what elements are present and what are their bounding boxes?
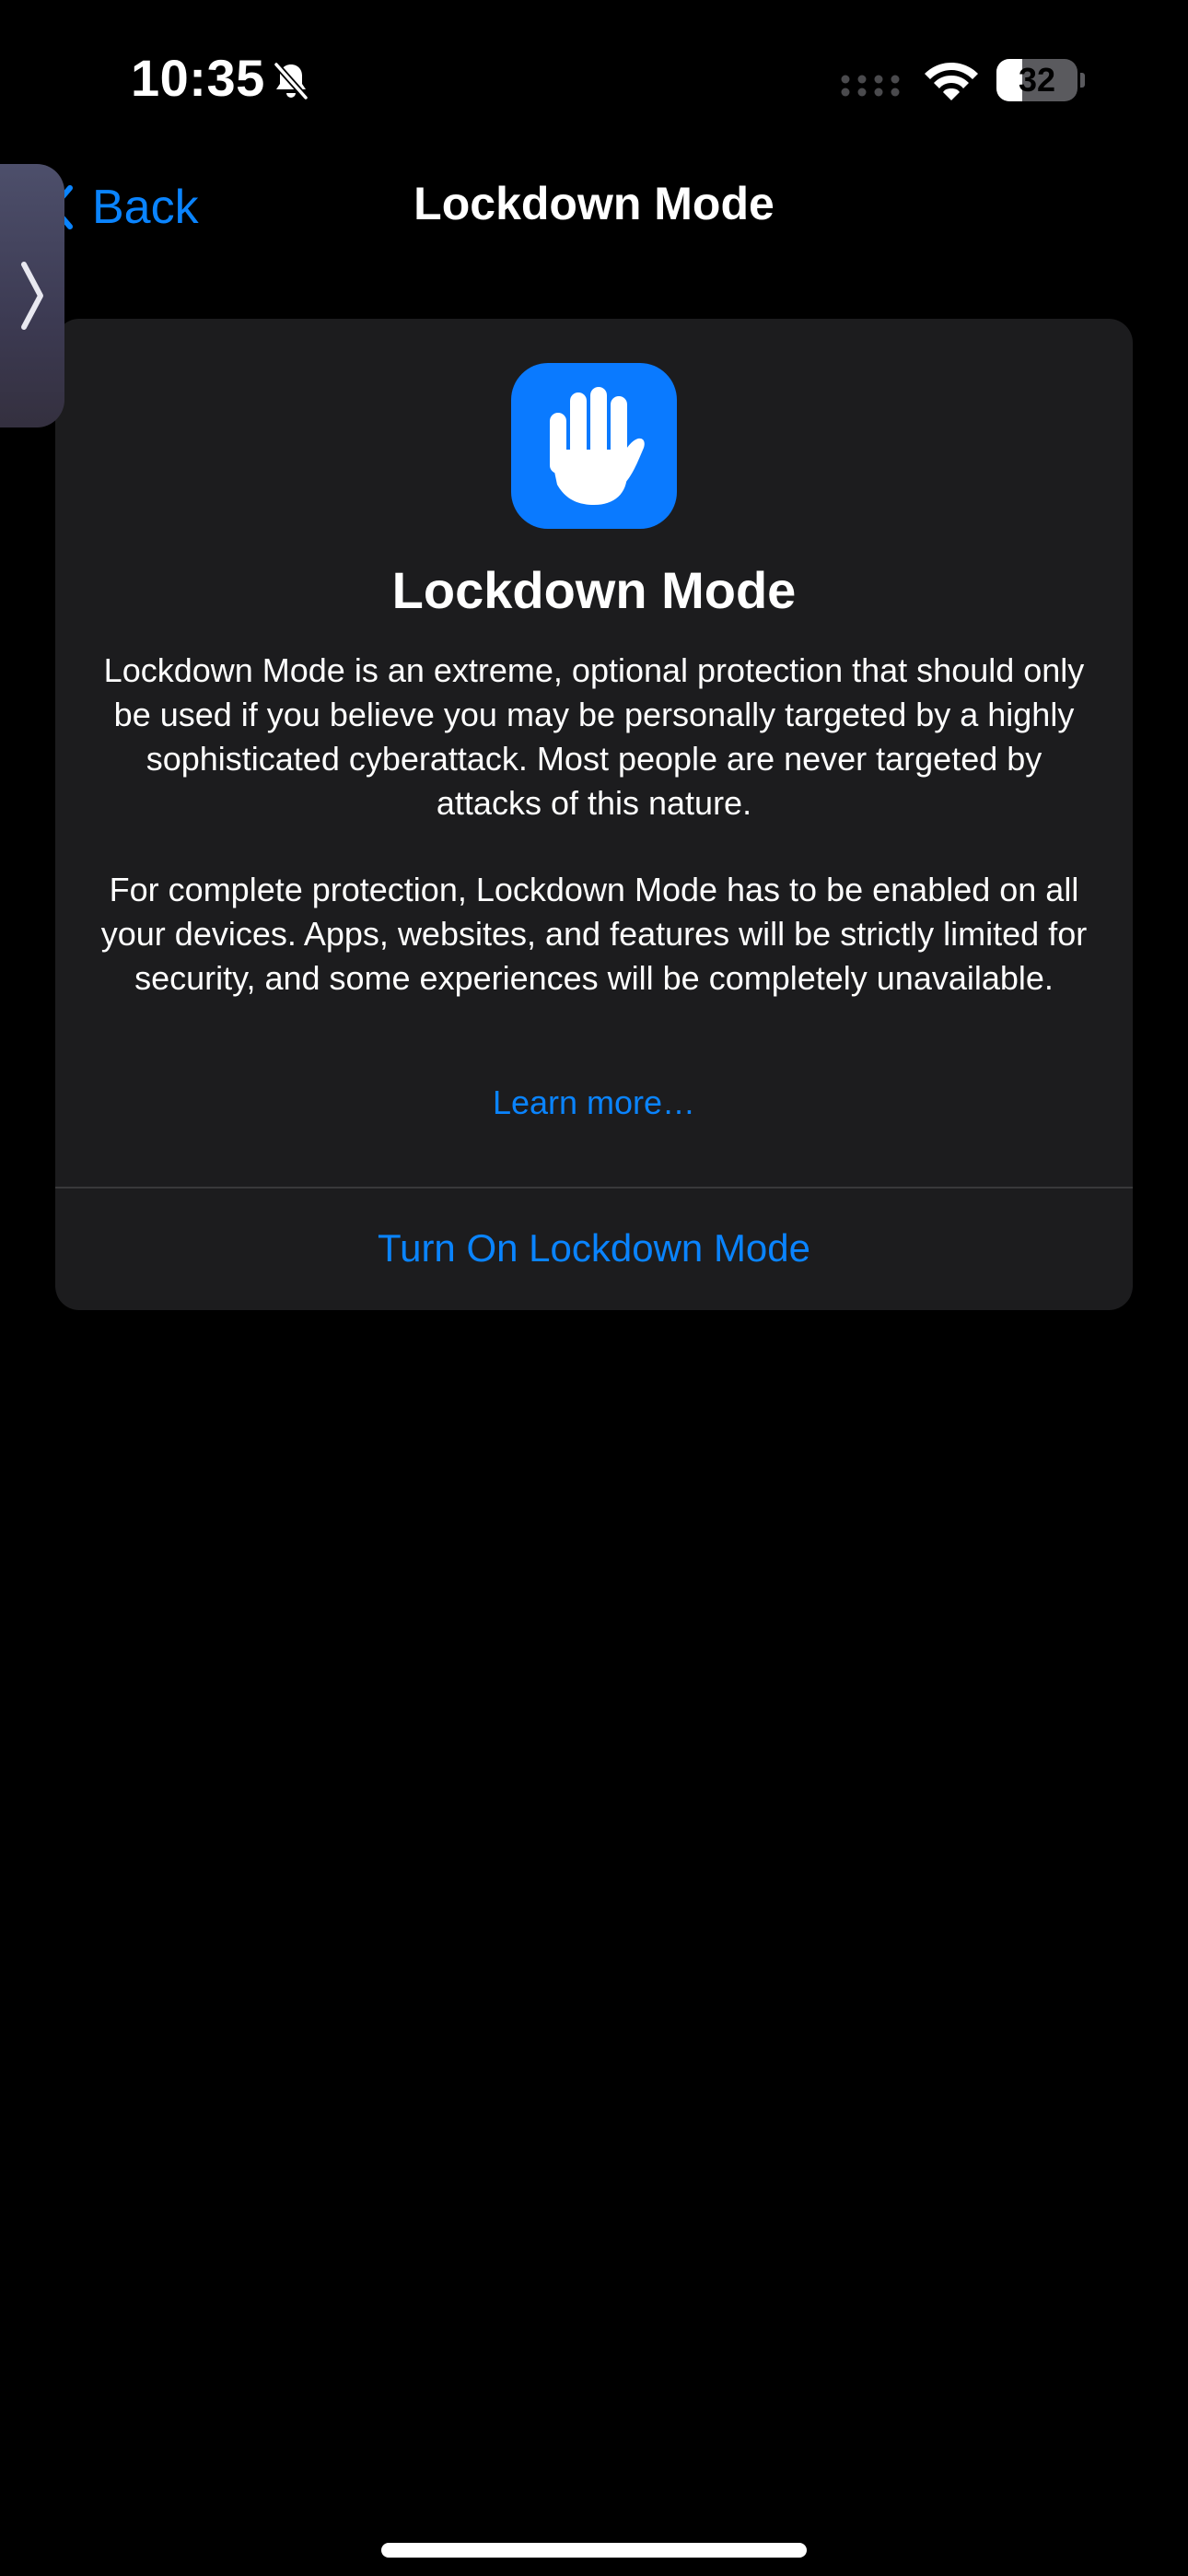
side-panel-handle[interactable] [0,164,64,427]
chevron-right-icon [21,262,43,330]
turn-on-lockdown-button[interactable]: Turn On Lockdown Mode [55,1187,1133,1310]
raised-hand-icon [511,363,677,529]
card-description-protection: For complete protection, Lockdown Mode h… [100,871,1088,997]
card-title: Lockdown Mode [391,561,797,619]
learn-more-link[interactable]: Learn more… [55,1083,1133,1122]
lockdown-card: Lockdown Mode Lockdown Mode is an extrem… [55,319,1133,1310]
card-description: Lockdown Mode is an extreme, optional pr… [103,651,1085,822]
cellular-signal-icon [841,75,900,97]
status-time: 10:35 [131,49,265,107]
status-bar: 10:35 32 [0,0,1188,138]
home-indicator[interactable] [381,2543,807,2558]
page-title: Lockdown Mode [413,178,775,229]
screen: 10:35 32 Back Lockdown Mode Lockdown Mod… [0,0,1188,2576]
battery-icon: 32 [996,59,1085,101]
battery-level: 32 [1018,61,1056,99]
wifi-icon [925,63,978,100]
bell-slash-icon [274,62,309,100]
